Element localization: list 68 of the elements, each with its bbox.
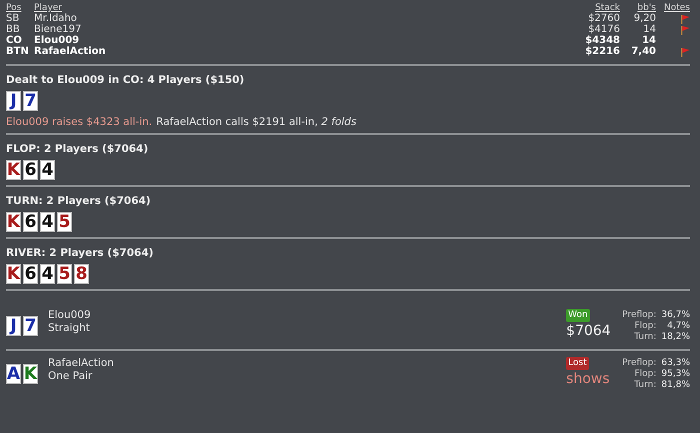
result-amount: $7064 [566,323,611,339]
equity-label: Preflop: [622,358,656,369]
street-heading: TURN: 2 Players ($7064) [6,195,152,207]
stack-cell-text: $2760 [587,13,620,24]
player-cell-text: RafaelAction [34,46,107,57]
flag-icon[interactable] [680,46,690,56]
playing-card: K [6,160,21,180]
playing-card: 4 [40,264,55,284]
position-cell-text: BB [6,24,21,35]
big-blinds-cell-text: 9,20 [632,13,656,24]
playing-card: 5 [57,212,72,232]
playing-card: 7 [23,316,38,336]
stack-cell-text: $2216 [584,46,620,57]
equity-value: 4,7% [666,321,690,332]
playing-card: 7 [23,91,38,111]
equity-label: Preflop: [622,310,656,321]
playing-card: K [6,264,21,284]
playing-card: 5 [57,264,72,284]
playing-card: J [6,316,21,336]
street-heading: RIVER: 2 Players ($7064) [6,247,154,259]
playing-card: 4 [40,212,55,232]
equity-value: 18,2% [661,332,690,343]
playing-card: 6 [23,212,38,232]
position-cell-text: BTN [6,46,30,57]
result-badge: Lost [566,357,589,370]
street-heading: FLOP: 2 Players ($7064) [6,143,150,155]
playing-card: 6 [23,160,38,180]
action-text: RafaelAction calls $2191 all-in, 2 folds [156,116,356,128]
playing-card: K [6,212,21,232]
stack-cell-text: $4176 [587,24,620,35]
playing-card: 8 [74,264,89,284]
stack-cell-text: $4348 [584,35,620,46]
equity-value: 95,3% [661,369,690,380]
playing-card: A [6,364,21,384]
equity-label: Flop: [633,321,656,332]
player-cell-text: Mr.Idaho [34,13,78,24]
big-blinds-cell-text: 7,40 [630,46,656,57]
equity-value: 63,3% [661,358,690,369]
hand-rank: One Pair [48,370,94,383]
equity-label: Turn: [633,380,656,391]
position-cell-text: CO [6,35,23,46]
flag-icon[interactable] [680,14,690,24]
playing-card: K [23,364,38,384]
big-blinds-cell-text: 14 [641,35,656,46]
column-header[interactable]: Notes [656,3,690,13]
equity-value: 81,8% [661,380,690,391]
player-cell-text: Elou009 [34,35,80,46]
big-blinds-cell-text: 14 [642,24,656,35]
column-header[interactable]: Player [34,3,560,13]
playing-card: J [6,91,21,111]
equity-label: Turn: [633,332,656,343]
playing-card: 4 [40,160,55,180]
result-badge: Won [566,309,590,322]
playing-card: 6 [23,264,38,284]
column-header[interactable]: Pos [6,3,34,13]
player-cell-text: Biene197 [34,24,82,35]
result-amount: shows [566,371,610,387]
hand-rank: Straight [48,322,91,335]
position-cell-text: SB [6,13,20,24]
flag-icon[interactable] [680,24,690,34]
player-name: RafaelAction [48,357,115,370]
column-header[interactable]: bb's [620,3,656,13]
equity-label: Flop: [633,369,656,380]
column-header[interactable]: Stack [560,3,620,13]
action-text: Elou009 raises $4323 all-in. [6,116,152,128]
equity-value: 36,7% [661,310,690,321]
street-heading: Dealt to Elou009 in CO: 4 Players ($150) [6,74,246,86]
player-name: Elou009 [48,309,92,322]
